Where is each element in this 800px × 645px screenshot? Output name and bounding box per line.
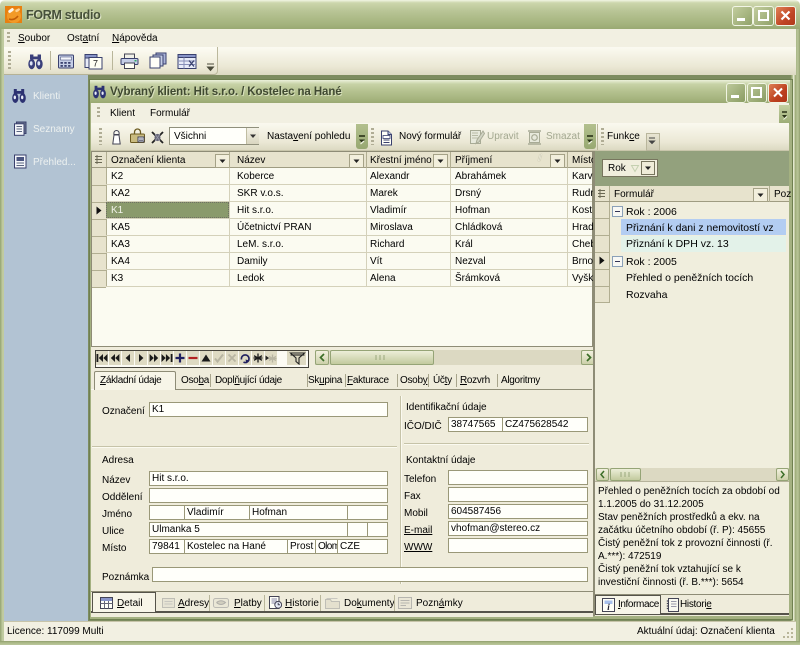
svg-text:7: 7 [93,59,98,69]
